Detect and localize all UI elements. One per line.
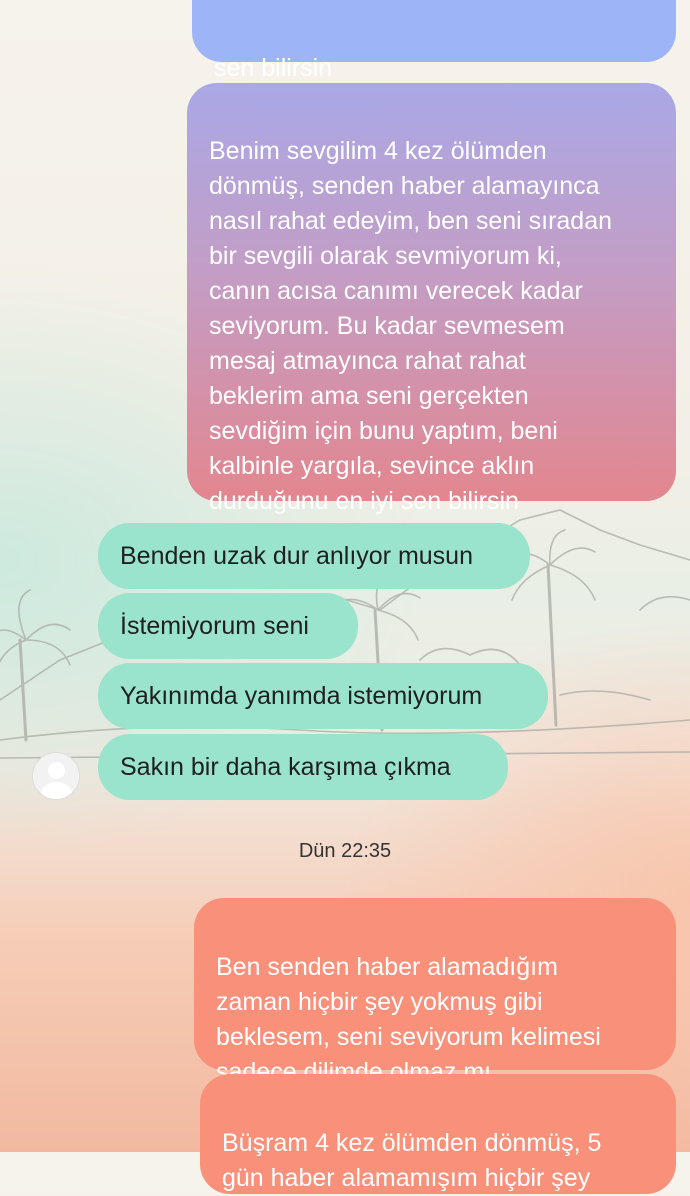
message-text: sen bilirsin xyxy=(214,54,333,82)
message-text: Büşram 4 kez ölümden dönmüş, 5 gün haber… xyxy=(222,1129,602,1192)
outgoing-message-bubble[interactable]: sen bilirsin xyxy=(192,0,676,82)
message-text: İstemiyorum seni xyxy=(120,612,309,640)
message-text: Sakın bir daha karşıma çıkma xyxy=(120,753,451,781)
outgoing-message-bubble[interactable]: Ben senden haber alamadığım zaman hiçbir… xyxy=(194,898,676,1086)
message-text: Benden uzak dur anlıyor musun xyxy=(120,542,473,570)
contact-avatar[interactable] xyxy=(32,752,80,800)
outgoing-message-bubble[interactable]: Büşram 4 kez ölümden dönmüş, 5 gün haber… xyxy=(200,1074,676,1194)
incoming-message-bubble[interactable]: Yakınımda yanımda istemiyorum xyxy=(98,663,548,729)
message-text: Yakınımda yanımda istemiyorum xyxy=(120,682,483,710)
message-text: Ben senden haber alamadığım zaman hiçbir… xyxy=(216,953,601,1086)
avatar-shoulders xyxy=(41,782,72,799)
outgoing-message-bubble[interactable]: Benim sevgilim 4 kez ölümden dönmüş, sen… xyxy=(187,83,676,515)
incoming-message-bubble[interactable]: Sakın bir daha karşıma çıkma xyxy=(98,734,508,800)
message-text: Benim sevgilim 4 kez ölümden dönmüş, sen… xyxy=(209,137,613,515)
avatar-head xyxy=(48,762,65,779)
incoming-message-bubble[interactable]: İstemiyorum seni xyxy=(98,593,358,659)
incoming-message-bubble[interactable]: Benden uzak dur anlıyor musun xyxy=(98,523,530,589)
timestamp-divider: Dün 22:35 xyxy=(298,840,392,862)
